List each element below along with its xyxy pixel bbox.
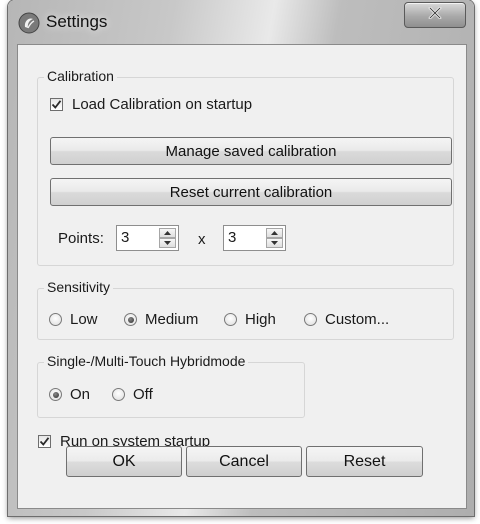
chevron-down-icon	[271, 241, 278, 245]
chevron-up-icon	[164, 231, 171, 235]
spin-up-button[interactable]	[266, 228, 283, 238]
radio-button[interactable]	[224, 313, 237, 326]
radio-button[interactable]	[112, 388, 125, 401]
reset-calibration-button[interactable]: Reset current calibration	[50, 178, 452, 206]
radio-button[interactable]	[49, 313, 62, 326]
swirl-app-icon	[18, 12, 40, 34]
radio-touch-on[interactable]: On	[49, 386, 90, 403]
points-y-stepper[interactable]: 3	[223, 225, 286, 251]
title-bar[interactable]: Settings	[8, 0, 474, 44]
calibration-group-label: Calibration	[44, 68, 117, 84]
radio-touch-off[interactable]: Off	[112, 386, 153, 403]
cancel-button[interactable]: Cancel	[186, 446, 302, 477]
radio-button[interactable]	[49, 388, 62, 401]
window-title: Settings	[46, 12, 108, 31]
close-icon	[428, 6, 442, 24]
radio-label: Custom...	[325, 311, 390, 328]
checkmark-icon	[39, 437, 50, 446]
radio-button[interactable]	[124, 313, 137, 326]
chevron-down-icon	[164, 241, 171, 245]
reset-button[interactable]: Reset	[306, 446, 423, 477]
sensitivity-group-label: Sensitivity	[44, 279, 114, 295]
radio-sensitivity-high[interactable]: High	[224, 311, 276, 328]
radio-sensitivity-low[interactable]: Low	[49, 311, 98, 328]
spin-down-button[interactable]	[159, 238, 176, 248]
chevron-up-icon	[271, 231, 278, 235]
points-x-value[interactable]: 3	[121, 229, 129, 246]
radio-button[interactable]	[304, 313, 317, 326]
points-y-value[interactable]: 3	[228, 229, 236, 246]
radio-sensitivity-medium[interactable]: Medium	[124, 311, 198, 328]
points-separator: x	[198, 231, 206, 248]
points-x-stepper[interactable]: 3	[116, 225, 179, 251]
checkmark-icon	[51, 100, 62, 109]
touch-mode-group-label: Single-/Multi-Touch Hybridmode	[44, 353, 249, 369]
load-calibration-checkbox[interactable]: Load Calibration on startup	[50, 96, 252, 113]
radio-label: On	[70, 386, 91, 403]
radio-label: Off	[133, 386, 153, 403]
close-button[interactable]	[404, 2, 466, 28]
points-label: Points:	[58, 230, 104, 247]
dialog-client-area: Calibration Load Calibration on startup …	[17, 44, 467, 509]
radio-label: Medium	[145, 311, 199, 328]
radio-label: Low	[70, 311, 98, 328]
spin-down-button[interactable]	[266, 238, 283, 248]
load-calibration-label: Load Calibration on startup	[72, 96, 253, 113]
manage-calibration-button[interactable]: Manage saved calibration	[50, 137, 452, 165]
ok-button[interactable]: OK	[66, 446, 182, 477]
checkbox-box[interactable]	[38, 435, 51, 448]
checkbox-box[interactable]	[50, 98, 63, 111]
radio-label: High	[245, 311, 276, 328]
spin-up-button[interactable]	[159, 228, 176, 238]
radio-sensitivity-custom[interactable]: Custom...	[304, 311, 389, 328]
